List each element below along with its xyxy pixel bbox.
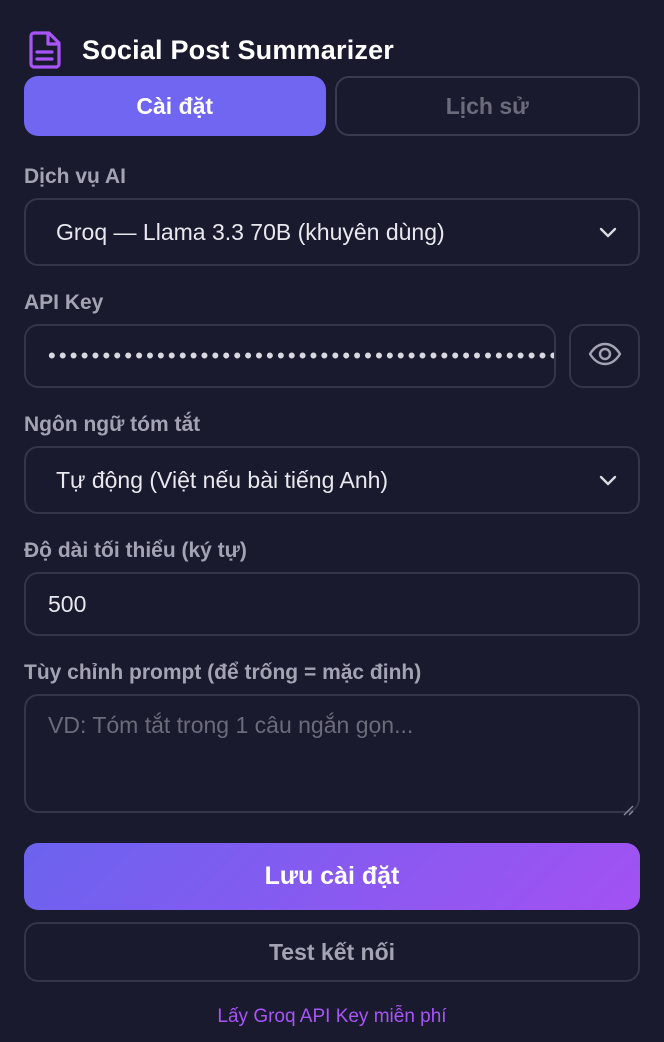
ai-service-select[interactable]: Groq — Llama 3.3 70B (khuyên dùng) — [24, 198, 640, 266]
ai-service-value: Groq — Llama 3.3 70B (khuyên dùng) — [56, 218, 445, 245]
ai-service-label: Dịch vụ AI — [24, 165, 126, 188]
document-icon — [26, 31, 64, 69]
get-api-key-link[interactable]: Lấy Groq API Key miễn phí — [0, 1006, 664, 1028]
chevron-down-icon — [598, 222, 618, 242]
toggle-visibility-button[interactable] — [569, 324, 640, 388]
save-settings-button[interactable]: Lưu cài đặt — [24, 843, 640, 910]
api-key-input[interactable]: ••••••••••••••••••••••••••••••••••••••••… — [24, 324, 556, 388]
app-title: Social Post Summarizer — [82, 34, 395, 65]
min-length-label: Độ dài tối thiểu (ký tự) — [24, 539, 247, 562]
tab-bar: Cài đặt Lịch sử — [24, 76, 640, 136]
language-label: Ngôn ngữ tóm tắt — [24, 413, 201, 436]
chevron-down-icon — [598, 470, 618, 490]
tab-settings[interactable]: Cài đặt — [24, 76, 326, 136]
test-connection-button[interactable]: Test kết nối — [24, 922, 640, 982]
min-length-input[interactable]: 500 — [24, 572, 640, 636]
custom-prompt-placeholder: VD: Tóm tắt trong 1 câu ngắn gọn... — [48, 712, 414, 738]
tab-history[interactable]: Lịch sử — [334, 76, 640, 136]
language-select[interactable]: Tự động (Việt nếu bài tiếng Anh) — [24, 446, 640, 514]
app-header: Social Post Summarizer — [24, 28, 394, 72]
api-key-label: API Key — [24, 291, 104, 314]
language-value: Tự động (Việt nếu bài tiếng Anh) — [56, 466, 389, 493]
api-key-row: ••••••••••••••••••••••••••••••••••••••••… — [24, 324, 640, 388]
resize-handle-icon[interactable] — [622, 795, 634, 816]
custom-prompt-textarea[interactable]: VD: Tóm tắt trong 1 câu ngắn gọn... — [24, 694, 640, 816]
eye-icon — [588, 342, 622, 371]
settings-panel: Social Post Summarizer Cài đặt Lịch sử D… — [0, 0, 664, 1042]
custom-prompt-label: Tùy chỉnh prompt (để trống = mặc định) — [24, 661, 422, 684]
min-length-value: 500 — [48, 590, 87, 617]
